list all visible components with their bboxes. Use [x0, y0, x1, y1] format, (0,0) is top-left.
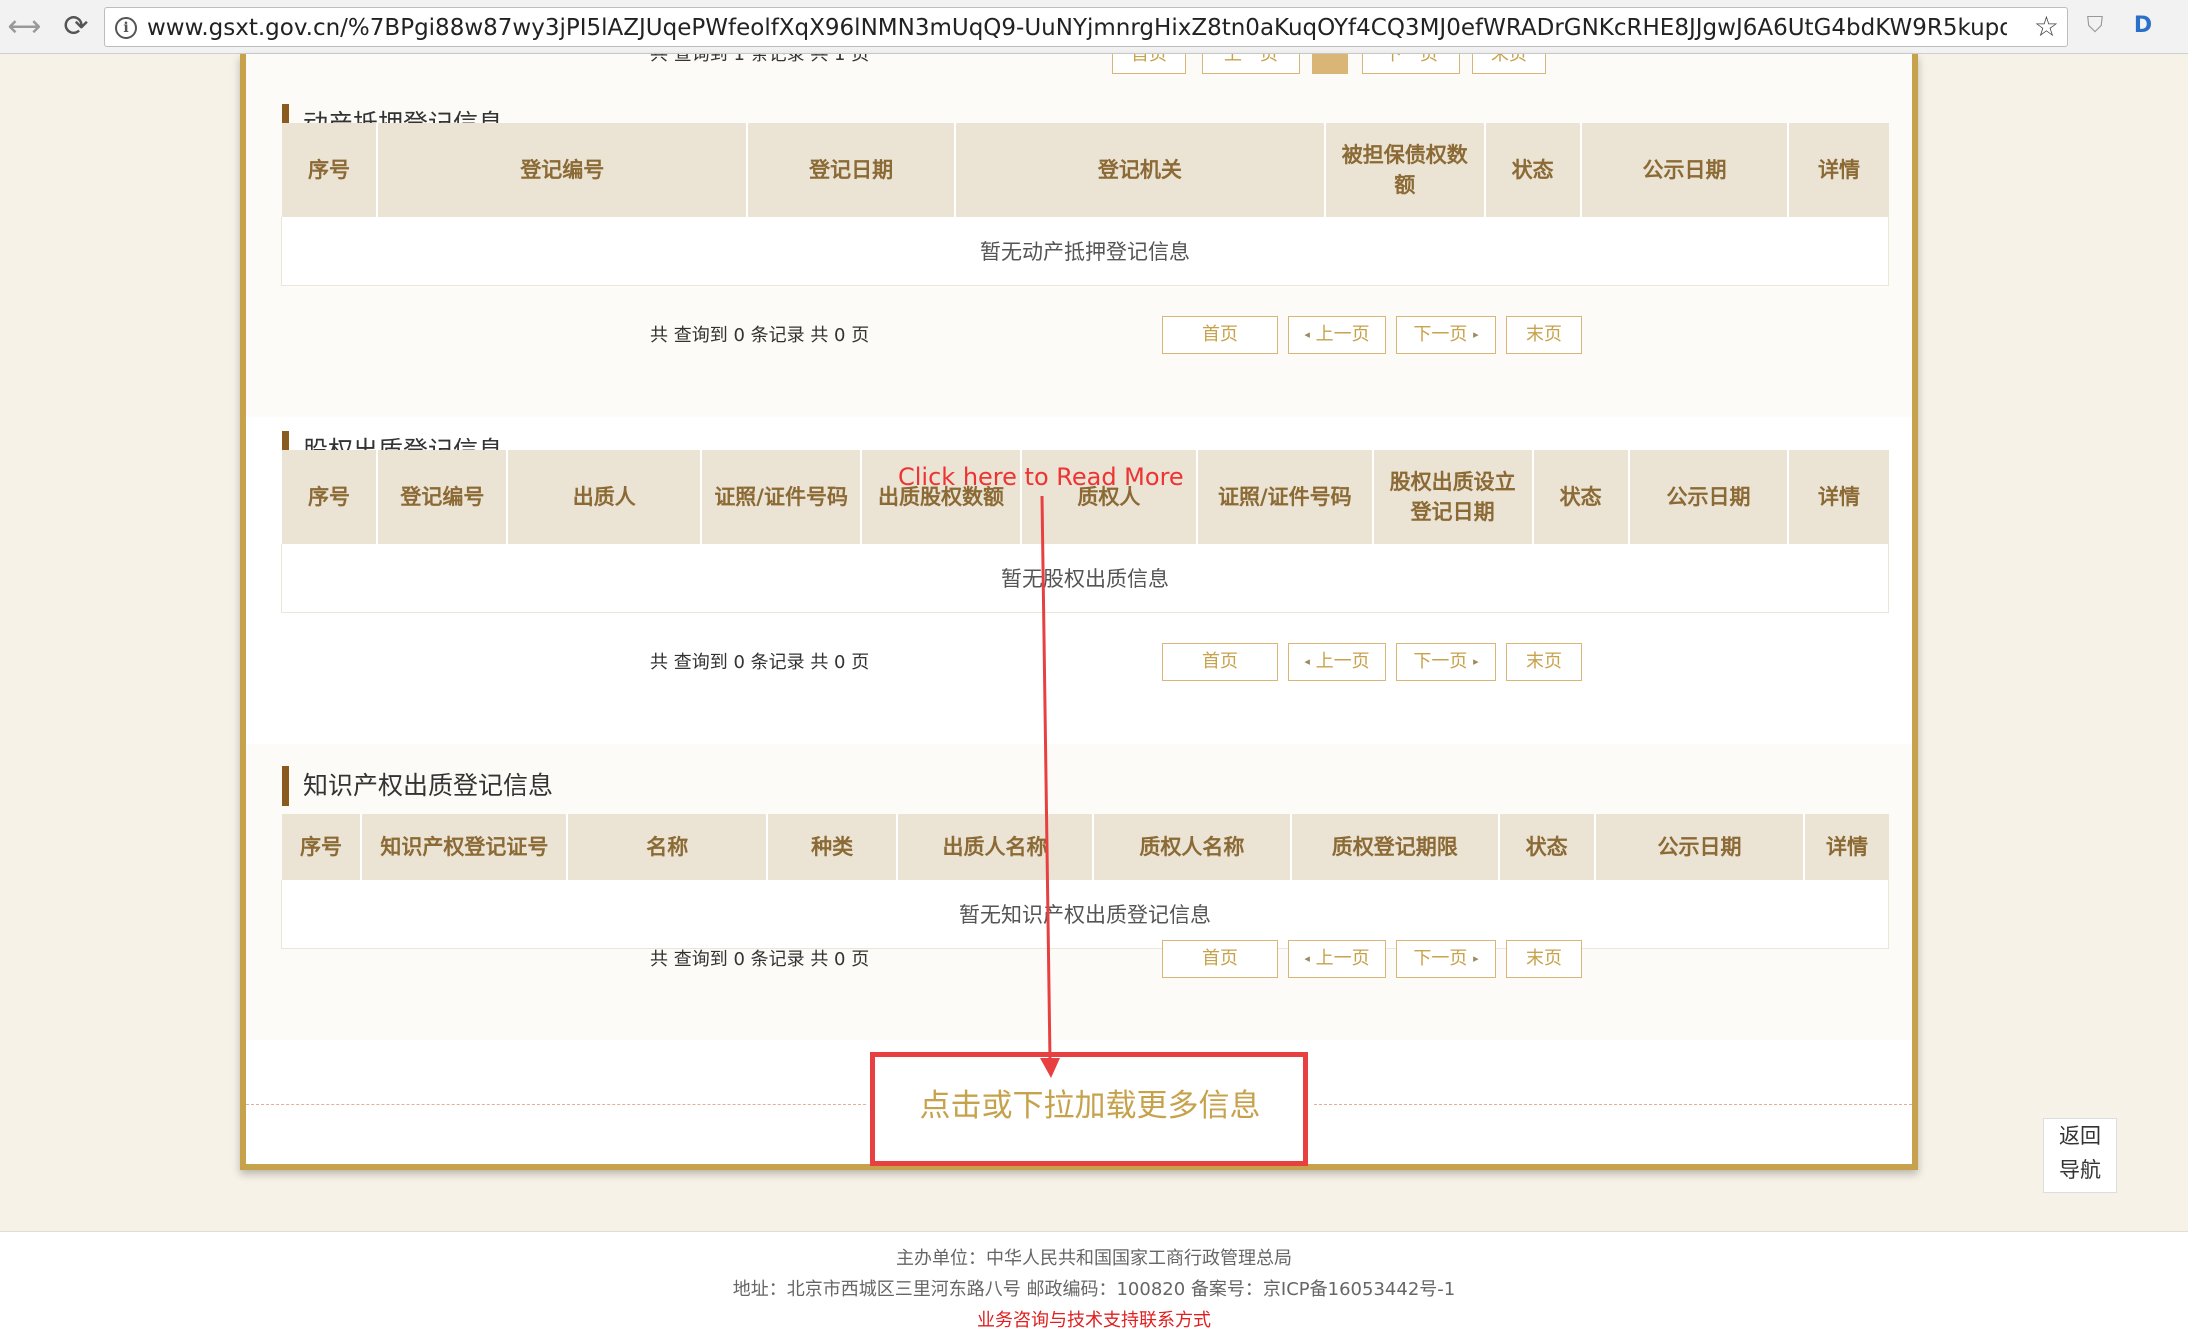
- page-info: 共 查询到 1 条记录 共 1 页: [650, 54, 870, 65]
- caret-left-icon: ◂: [1304, 328, 1310, 341]
- content-card: 共 查询到 1 条记录 共 1 页 首页 上一页 下一页 末页 动产抵押登记信息…: [240, 54, 1918, 1170]
- top-pager-row: 共 查询到 1 条记录 共 1 页 首页 上一页 下一页 末页: [246, 54, 1912, 90]
- empty-message: 暂无知识产权出质登记信息: [281, 880, 1889, 949]
- page-info: 共 查询到 0 条记录 共 0 页: [650, 949, 870, 970]
- caret-left-icon: ◂: [1304, 655, 1310, 668]
- reload-icon[interactable]: ⟳: [58, 9, 94, 45]
- first-page-button[interactable]: 首页: [1162, 316, 1278, 354]
- prev-label: 上一页: [1315, 324, 1370, 345]
- divider-left: [246, 1104, 866, 1105]
- table-row: 暂无动产抵押登记信息: [281, 217, 1889, 286]
- column-header: 公示日期: [1594, 814, 1806, 880]
- first-page-button[interactable]: 首页: [1162, 643, 1278, 681]
- column-header: 详情: [1804, 814, 1889, 880]
- prev-label: 上一页: [1315, 948, 1370, 969]
- movable-mortgage-table: 序号 登记编号 登记日期 登记机关 被担保债权数额 状态 公示日期 详情 暂无动…: [281, 123, 1889, 286]
- ip-pledge-table: 序号 知识产权登记证号 名称 种类 出质人名称 质权人名称 质权登记期限 状态 …: [281, 814, 1889, 949]
- table-header-row: 序号 知识产权登记证号 名称 种类 出质人名称 质权人名称 质权登记期限 状态 …: [281, 814, 1889, 880]
- column-header: 名称: [567, 814, 769, 880]
- column-header: 登记机关: [955, 123, 1326, 217]
- column-header: 知识产权登记证号: [361, 814, 569, 880]
- prev-page-button[interactable]: ◂ 上一页: [1288, 316, 1386, 354]
- address-bar[interactable]: i www.gsxt.gov.cn/%7BPgi88w87wy3jPI5lAZJ…: [104, 7, 2068, 47]
- column-header: 登记日期: [747, 123, 957, 217]
- current-page-indicator[interactable]: [1312, 54, 1348, 74]
- column-header: 序号: [281, 450, 379, 544]
- column-header: 证照/证件号码: [1196, 450, 1374, 544]
- section-title: 知识产权出质登记信息: [282, 766, 553, 806]
- prev-page-button[interactable]: ◂ 上一页: [1288, 643, 1386, 681]
- caret-right-icon: ▸: [1473, 655, 1479, 668]
- first-page-button[interactable]: 首页: [1162, 940, 1278, 978]
- caret-right-icon: ▸: [1473, 328, 1479, 341]
- table-row: 暂无股权出质信息: [281, 544, 1889, 613]
- next-page-button[interactable]: 下一页 ▸: [1396, 643, 1496, 681]
- caret-right-icon: ▸: [1473, 952, 1479, 965]
- shield-extension-icon[interactable]: ⛉: [2080, 11, 2110, 41]
- annotation-label: Click here to Read More: [898, 463, 1184, 491]
- browser-toolbar: ← → ⟳ i www.gsxt.gov.cn/%7BPgi88w87wy3jP…: [0, 0, 2188, 54]
- column-header: 详情: [1788, 450, 1889, 544]
- table-row: 暂无知识产权出质登记信息: [281, 880, 1889, 949]
- forward-arrow-icon[interactable]: →: [14, 9, 44, 45]
- table-header-row: 序号 登记编号 登记日期 登记机关 被担保债权数额 状态 公示日期 详情: [281, 123, 1889, 217]
- column-header: 序号: [281, 814, 363, 880]
- column-header: 证照/证件号码: [701, 450, 863, 544]
- last-page-button[interactable]: 末页: [1506, 316, 1582, 354]
- prev-page-button[interactable]: ◂ 上一页: [1288, 940, 1386, 978]
- movable-mortgage-section: 动产抵押登记信息 序号 登记编号 登记日期 登记机关 被担保债权数额 状态 公示…: [246, 90, 1912, 417]
- back-nav-line2: 导航: [2059, 1158, 2101, 1182]
- url-text[interactable]: www.gsxt.gov.cn/%7BPgi88w87wy3jPI5lAZJUq…: [147, 8, 2007, 48]
- info-icon[interactable]: i: [115, 17, 137, 39]
- column-header: 登记编号: [377, 450, 509, 544]
- empty-message: 暂无股权出质信息: [281, 544, 1889, 613]
- last-page-button[interactable]: 末页: [1472, 54, 1546, 74]
- back-nav-line1: 返回: [2059, 1124, 2101, 1148]
- back-nav-button[interactable]: 返回 导航: [2043, 1118, 2117, 1193]
- last-page-button[interactable]: 末页: [1506, 940, 1582, 978]
- footer-address: 地址：北京市西城区三里河东路八号 邮政编码：100820 备案号：京ICP备16…: [732, 1279, 1456, 1300]
- column-header: 被担保债权数额: [1324, 123, 1486, 217]
- column-header: 股权出质设立登记日期: [1372, 450, 1534, 544]
- column-header: 质权登记期限: [1290, 814, 1500, 880]
- column-header: 出质人名称: [897, 814, 1094, 880]
- page-info: 共 查询到 0 条记录 共 0 页: [650, 652, 870, 673]
- next-page-button[interactable]: 下一页 ▸: [1396, 316, 1496, 354]
- bookmark-star-icon[interactable]: ☆: [2034, 11, 2059, 43]
- last-page-button[interactable]: 末页: [1506, 643, 1582, 681]
- column-header: 详情: [1788, 123, 1889, 217]
- column-header: 序号: [281, 123, 379, 217]
- column-header: 状态: [1484, 123, 1582, 217]
- ip-pledge-section: 知识产权出质登记信息 序号 知识产权登记证号 名称 种类 出质人名称 质权人名称…: [246, 744, 1912, 1040]
- footer-sponsor: 主办单位：中华人民共和国国家工商行政管理总局: [896, 1248, 1292, 1269]
- column-header: 公示日期: [1580, 123, 1790, 217]
- column-header: 公示日期: [1628, 450, 1790, 544]
- d-extension-icon[interactable]: D: [2128, 11, 2158, 41]
- empty-message: 暂无动产抵押登记信息: [281, 217, 1889, 286]
- highlight-box: [870, 1052, 1308, 1166]
- column-header: 状态: [1498, 814, 1596, 880]
- prev-page-button[interactable]: 上一页: [1202, 54, 1300, 74]
- caret-left-icon: ◂: [1304, 952, 1310, 965]
- prev-label: 上一页: [1315, 651, 1370, 672]
- column-header: 状态: [1532, 450, 1630, 544]
- column-header: 质权人名称: [1092, 814, 1292, 880]
- column-header: 种类: [767, 814, 899, 880]
- next-page-button[interactable]: 下一页 ▸: [1396, 940, 1496, 978]
- next-page-button[interactable]: 下一页: [1362, 54, 1460, 74]
- column-header: 登记编号: [377, 123, 749, 217]
- next-label: 下一页: [1413, 948, 1468, 969]
- footer: 主办单位：中华人民共和国国家工商行政管理总局 地址：北京市西城区三里河东路八号 …: [0, 1231, 2188, 1337]
- divider-right: [1314, 1104, 1912, 1105]
- next-label: 下一页: [1413, 324, 1468, 345]
- page-info: 共 查询到 0 条记录 共 0 页: [650, 325, 870, 346]
- column-header: 出质人: [507, 450, 703, 544]
- first-page-button[interactable]: 首页: [1112, 54, 1186, 74]
- next-label: 下一页: [1413, 651, 1468, 672]
- footer-contact-link[interactable]: 业务咨询与技术支持联系方式: [0, 1306, 2188, 1336]
